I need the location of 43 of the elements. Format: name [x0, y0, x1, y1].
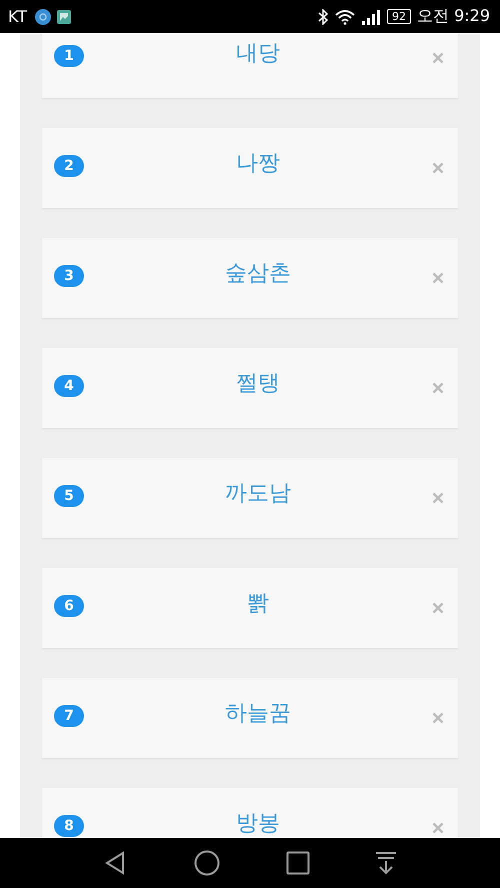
list-card[interactable]: 5 까도남 — [42, 458, 458, 538]
number-badge: 3 — [54, 265, 84, 287]
close-icon[interactable] — [432, 52, 444, 64]
close-icon[interactable] — [432, 382, 444, 394]
number-badge: 7 — [54, 705, 84, 727]
close-icon[interactable] — [432, 492, 444, 504]
close-icon[interactable] — [432, 712, 444, 724]
notification-icon — [35, 8, 52, 24]
close-icon[interactable] — [432, 162, 444, 174]
item-name: 뽥 — [246, 590, 270, 618]
list-card[interactable]: 4 쩔탱 — [42, 348, 458, 428]
signal-icon — [360, 8, 381, 24]
item-name: 방봉 — [235, 810, 281, 838]
list-card[interactable]: 6 뽥 — [42, 568, 458, 648]
number-badge: 8 — [54, 815, 84, 837]
list-card[interactable]: 7 하늘꿈 — [42, 678, 458, 758]
item-name: 까도남 — [224, 480, 292, 508]
item-name: 하늘꿈 — [224, 700, 292, 728]
number-badge: 5 — [54, 485, 84, 507]
home-icon[interactable] — [194, 850, 220, 876]
close-icon[interactable] — [432, 602, 444, 614]
list-card[interactable]: 3 숲삼촌 — [42, 238, 458, 318]
item-name: 나짱 — [235, 150, 281, 178]
battery-indicator: 92 — [386, 9, 411, 24]
number-badge: 2 — [54, 155, 84, 177]
image-icon — [57, 10, 72, 24]
close-icon[interactable] — [432, 272, 444, 284]
clock: 오전 9:29 — [416, 6, 490, 27]
wifi-icon — [334, 8, 355, 24]
item-name: 숲삼촌 — [224, 260, 292, 288]
item-name: 내당 — [235, 40, 281, 68]
notification-pull-icon[interactable] — [375, 851, 398, 875]
number-badge: 4 — [54, 375, 84, 397]
number-badge: 6 — [54, 595, 84, 617]
bluetooth-icon — [316, 8, 329, 24]
list-card[interactable]: 8 방봉 — [42, 788, 458, 838]
carrier-label: KT — [8, 7, 28, 26]
number-badge: 1 — [54, 45, 84, 67]
list-card[interactable]: 1 내당 — [42, 33, 458, 98]
item-name: 쩔탱 — [235, 370, 281, 398]
list-card[interactable]: 2 나짱 — [42, 128, 458, 208]
close-icon[interactable] — [432, 822, 444, 834]
recent-apps-icon[interactable] — [286, 851, 310, 875]
